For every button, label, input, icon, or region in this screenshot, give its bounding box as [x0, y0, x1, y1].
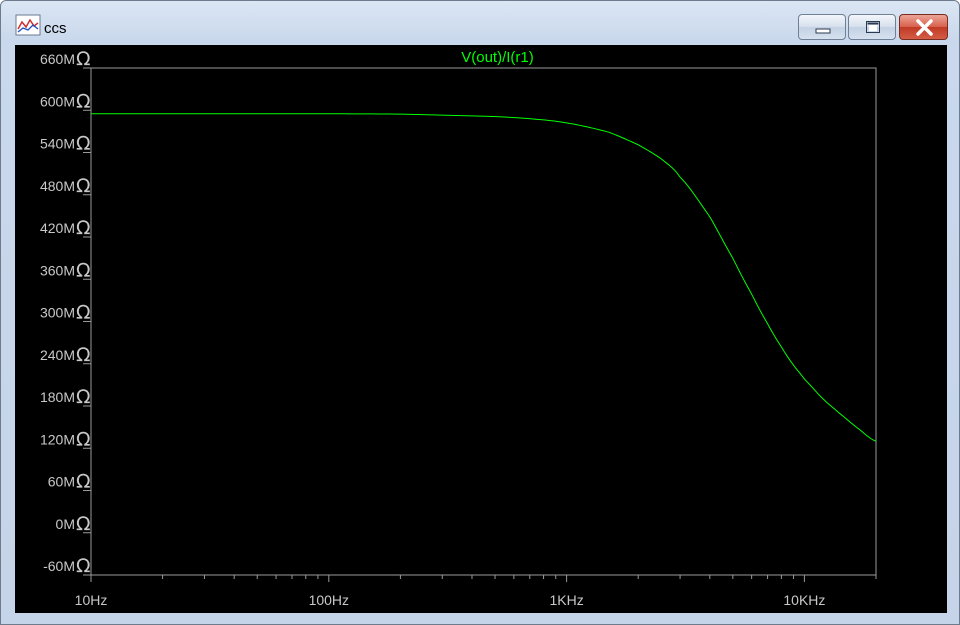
window-title: ccs — [44, 20, 67, 37]
y-tick-unit: Ω — [76, 90, 91, 112]
y-tick-unit: Ω — [76, 133, 91, 155]
y-tick-label: 120M — [40, 431, 75, 447]
bode-chart: V(out)/I(r1)660M Ω600M Ω540M Ω480M Ω420M Ω360… — [40, 48, 877, 608]
maximize-button[interactable] — [848, 14, 896, 40]
y-tick-label: 300M — [40, 305, 75, 321]
waveform-icon — [15, 14, 41, 36]
y-tick-unit: Ω — [76, 513, 91, 535]
y-tick-label: 480M — [40, 178, 75, 194]
x-tick-label: 10KHz — [783, 592, 825, 608]
y-tick-label: 420M — [40, 220, 75, 236]
y-tick-unit: Ω — [76, 428, 91, 450]
plot-pane[interactable]: V(out)/I(r1) 660M Ω 600M Ω 540M Ω 480M Ω 420M Ω 360… — [15, 45, 947, 613]
x-tick-label: 10Hz — [75, 592, 108, 608]
x-tick-label: 100Hz — [309, 592, 349, 608]
y-tick-unit: Ω — [76, 259, 91, 281]
x-tick-label: 1KHz — [549, 592, 583, 608]
maximize-icon — [866, 21, 880, 33]
y-tick-label: 0M — [56, 516, 75, 532]
minimize-icon — [815, 28, 831, 34]
y-tick-label: 600M — [40, 93, 75, 109]
y-tick-unit: Ω — [76, 555, 91, 577]
chart-title: V(out)/I(r1) — [461, 49, 534, 66]
y-tick-unit: Ω — [76, 302, 91, 324]
y-tick-label: 180M — [40, 389, 75, 405]
app-window: ccs V(out)/I(r1) 660M Ω 600M Ω 540M Ω 480M Ω 420M… — [0, 0, 960, 625]
y-tick-unit: Ω — [76, 175, 91, 197]
plot-frame — [90, 67, 877, 576]
series-line — [91, 113, 877, 442]
minimize-button[interactable] — [798, 14, 846, 40]
y-tick-label: 240M — [40, 347, 75, 363]
y-tick-unit: Ω — [76, 386, 91, 408]
y-tick-label: 540M — [40, 136, 75, 152]
y-tick-unit: Ω — [76, 344, 91, 366]
title-bar[interactable]: ccs — [1, 1, 959, 45]
y-tick-label: 360M — [40, 262, 75, 278]
close-icon — [916, 19, 933, 36]
close-button[interactable] — [899, 14, 948, 40]
y-tick-unit: Ω — [76, 48, 91, 70]
y-tick-label: 60M — [48, 474, 75, 490]
y-tick-unit: Ω — [76, 217, 91, 239]
y-tick-unit: Ω — [76, 471, 91, 493]
y-tick-label: 660M — [40, 51, 75, 67]
y-tick-label: -60M — [43, 558, 75, 574]
